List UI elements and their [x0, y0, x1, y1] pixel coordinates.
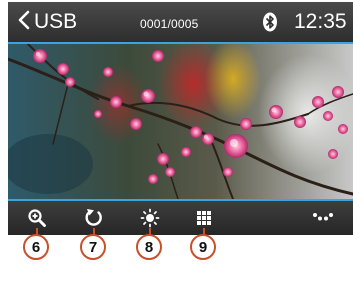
callout-marker: 6 [23, 234, 49, 260]
back-button[interactable] [12, 6, 36, 34]
callout-marker: 7 [80, 234, 106, 260]
clock: 12:35 [294, 10, 347, 33]
bottom-toolbar [8, 201, 353, 235]
chevron-left-icon [18, 10, 30, 30]
callout-marker: 9 [190, 234, 216, 260]
rotate-icon [85, 209, 102, 226]
callout-marker: 8 [136, 234, 162, 260]
zoom-in-icon [28, 209, 46, 227]
brightness-icon [140, 208, 160, 228]
bluetooth-icon [263, 12, 277, 32]
status-bar: USB 0001/0005 12:35 [8, 2, 353, 42]
grid-view-icon [197, 211, 211, 225]
more-options-button[interactable] [309, 205, 337, 231]
more-options-icon [313, 213, 333, 221]
photo-viewer-screen: USB 0001/0005 12:35 [8, 2, 353, 235]
photo-image[interactable] [8, 44, 353, 199]
image-counter: 0001/0005 [140, 17, 199, 31]
source-title: USB [34, 10, 78, 33]
